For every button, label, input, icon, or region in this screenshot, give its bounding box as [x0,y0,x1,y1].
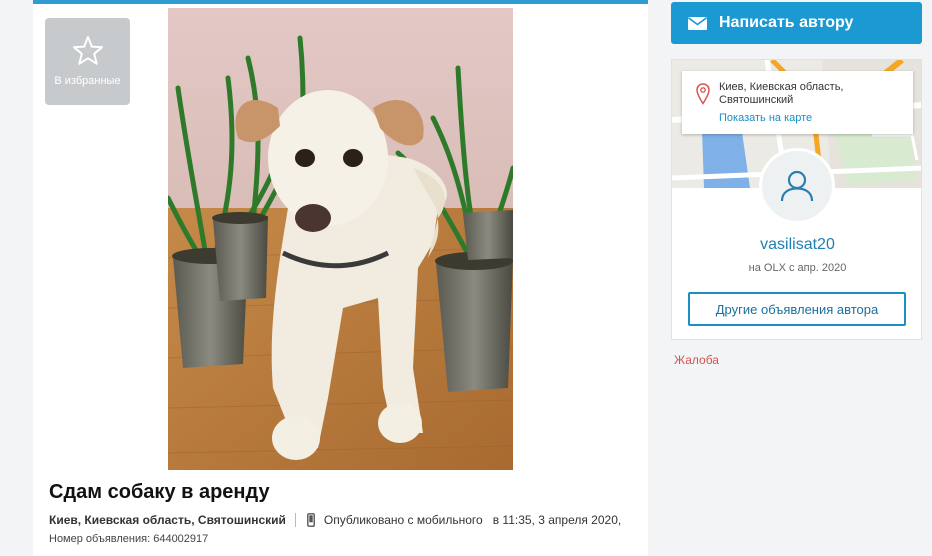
write-to-author-button[interactable]: Написать автору [671,2,922,44]
user-icon [780,170,814,202]
seller-avatar[interactable] [759,148,835,224]
ad-title: Сдам собаку в аренду [49,481,270,503]
star-icon [72,36,103,65]
favorite-label: В избранные [54,75,121,87]
write-to-author-label: Написать автору [719,14,854,31]
complaint-link[interactable]: Жалоба [674,353,719,367]
meta-divider [294,513,296,527]
ad-photo[interactable] [168,8,513,470]
favorite-button[interactable]: В избранные [45,18,130,105]
ad-number: Номер объявления: 644002917 [49,533,209,545]
published-via: Опубликовано с мобильного [323,513,483,527]
ad-card: В избранные Сдам собаку в аренду Киев, К… [33,0,648,556]
seller-location-box: Киев, Киевская область, Святошинский Пок… [682,71,913,134]
ad-meta: Киев, Киевская область, Святошинский Опу… [49,513,621,527]
member-since: на OLX с апр. 2020 [748,262,847,274]
published-at: в 11:35, 3 апреля 2020, [492,513,622,527]
ad-location: Киев, Киевская область, Святошинский [49,513,286,527]
other-ads-button[interactable]: Другие объявления автора [688,292,906,326]
mobile-phone-icon [307,513,315,527]
envelope-icon [688,16,707,30]
seller-username[interactable]: vasilisat20 [672,236,921,254]
location-pin-icon [696,83,710,105]
seller-location-text: Киев, Киевская область, Святошинский [719,81,844,106]
seller-card: Киев, Киевская область, Святошинский Пок… [671,59,922,340]
show-on-map-link[interactable]: Показать на карте [719,112,812,124]
dog-photo-image [168,8,513,470]
